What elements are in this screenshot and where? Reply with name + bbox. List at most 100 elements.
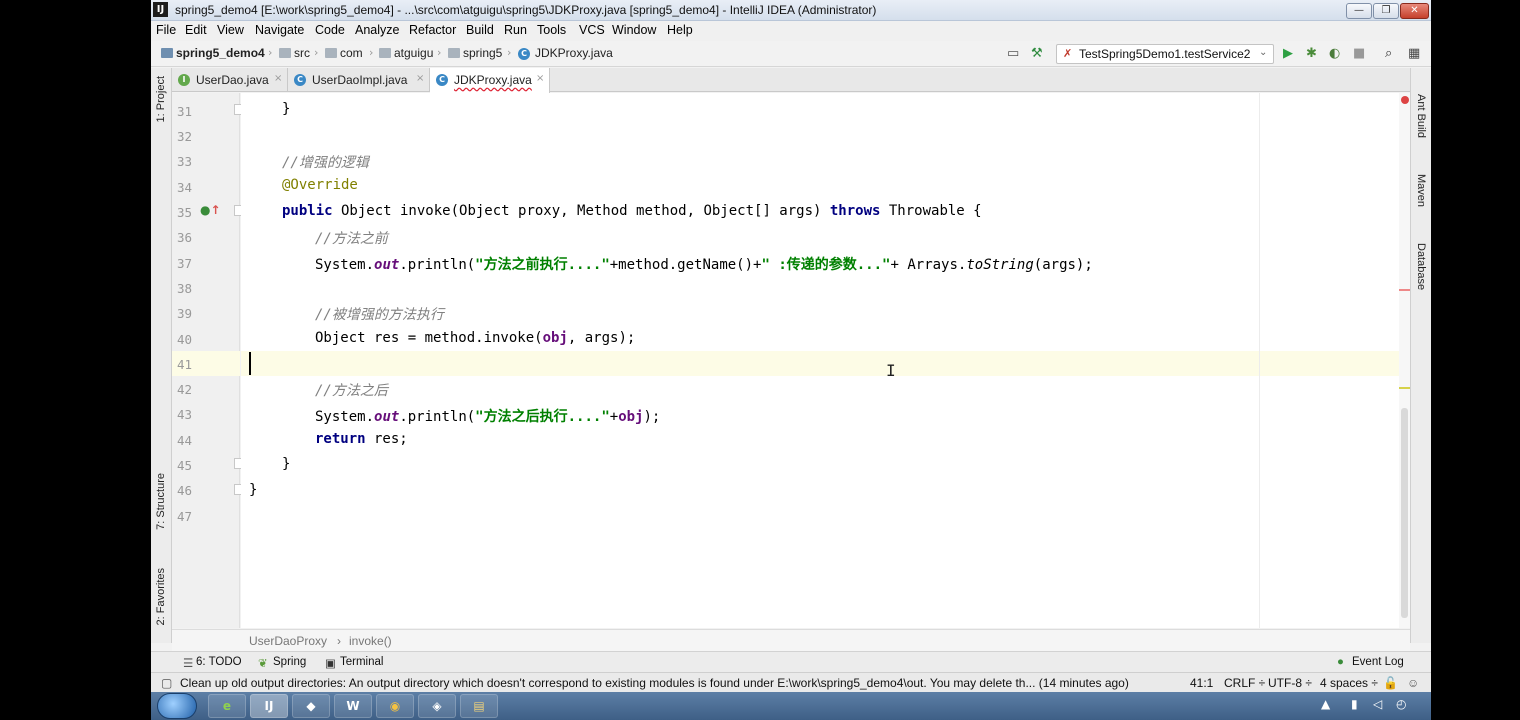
highlight-mark[interactable] [1399, 387, 1410, 389]
navigation-bar: spring5_demo4 › src › com › atguigu › sp… [151, 41, 1431, 67]
inspector-icon[interactable]: ☺ [1407, 676, 1419, 690]
implements-method-icon[interactable]: ●↑ [200, 203, 221, 217]
line-number: 46 [176, 483, 192, 498]
tab-userdao[interactable]: I UserDao.java × [172, 68, 288, 92]
line-number: 44 [176, 433, 192, 448]
code-editor[interactable]: } //增强的逻辑 @Override public Object invoke… [241, 93, 1410, 628]
chrome-icon[interactable]: ◉ [376, 694, 414, 718]
warning-mark[interactable] [1399, 289, 1410, 291]
nav-crumb-src[interactable]: src [294, 46, 310, 60]
explorer-icon[interactable]: ▤ [460, 694, 498, 718]
windows-taskbar: e IJ ◆ W ◉ ◈ ▤ ▲ ▮ ◁ ◴ [151, 692, 1431, 720]
line-number-gutter: 31 32 33 34 35 36 37 38 39 40 41 42 43 4… [172, 93, 245, 628]
menu-tools[interactable]: Tools [537, 23, 566, 37]
menu-refactor[interactable]: Refactor [409, 23, 456, 37]
vertical-scrollbar[interactable] [1401, 408, 1408, 618]
tool-spring[interactable]: Spring [273, 656, 306, 668]
menu-analyze[interactable]: Analyze [355, 23, 399, 37]
app-icon[interactable]: ◈ [418, 694, 456, 718]
menu-file[interactable]: File [156, 23, 176, 37]
tool-event-log[interactable]: Event Log [1352, 656, 1404, 668]
line-number: 42 [176, 382, 192, 397]
nav-crumb-file[interactable]: JDKProxy.java [535, 46, 613, 60]
build-hammer-icon[interactable]: ⚒ [1031, 46, 1043, 61]
tool-windows-toggle-icon[interactable]: ▢ [161, 676, 172, 690]
menu-navigate[interactable]: Navigate [255, 23, 304, 37]
start-button[interactable] [157, 693, 197, 719]
code-line-42: //方法之后 [315, 383, 388, 399]
search-icon[interactable]: ⌕ [1385, 46, 1392, 61]
close-button[interactable]: ✕ [1400, 3, 1429, 19]
line-separator[interactable]: CRLF ÷ [1224, 676, 1265, 690]
code-line-45: } [282, 456, 291, 472]
menu-code[interactable]: Code [315, 23, 345, 37]
tool-terminal[interactable]: Terminal [340, 656, 383, 668]
clock-icon[interactable]: ◴ [1396, 697, 1406, 711]
volume-icon[interactable]: ◁ [1373, 697, 1382, 711]
tool-maven[interactable]: Maven [1415, 174, 1427, 207]
line-number: 37 [176, 256, 192, 271]
run-icon[interactable]: ▶ [1283, 46, 1293, 61]
maximize-button[interactable]: ❐ [1373, 3, 1399, 19]
nav-crumb-com[interactable]: com [340, 46, 363, 60]
line-number: 31 [176, 104, 192, 119]
menu-build[interactable]: Build [466, 23, 494, 37]
tool-project[interactable]: 1: Project [155, 76, 167, 122]
breadcrumb-method[interactable]: invoke() [349, 634, 392, 648]
menu-vcs[interactable]: VCS [579, 23, 605, 37]
menu-view[interactable]: View [217, 23, 244, 37]
tab-userdaoimpl[interactable]: C UserDaoImpl.java × [288, 68, 430, 92]
title-bar: IJ spring5_demo4 [E:\work\spring5_demo4]… [151, 0, 1431, 21]
layout-icon[interactable]: ▭ [1007, 46, 1019, 61]
line-number: 40 [176, 332, 192, 347]
text-caret [249, 352, 251, 375]
intellij-taskbar-icon[interactable]: IJ [250, 694, 288, 718]
code-line-35: public Object invoke(Object proxy, Metho… [282, 203, 982, 219]
tab-jdkproxy[interactable]: C JDKProxy.java × [430, 68, 550, 93]
tool-todo[interactable]: 6: TODO [196, 656, 242, 668]
file-encoding[interactable]: UTF-8 ÷ [1268, 676, 1312, 690]
class-icon: C [436, 74, 448, 86]
minimize-button[interactable]: — [1346, 3, 1372, 19]
tool-favorites[interactable]: 2: Favorites [155, 568, 167, 625]
project-structure-icon[interactable]: ▦ [1408, 46, 1420, 61]
stop-icon[interactable]: ■ [1353, 46, 1365, 61]
network-icon[interactable]: ▮ [1351, 697, 1358, 711]
code-line-37: System.out.println("方法之前执行...."+method.g… [315, 257, 1093, 273]
nav-crumb-atguigu[interactable]: atguigu [394, 46, 433, 60]
tray-expand-icon[interactable]: ▲ [1321, 697, 1330, 711]
line-number: 34 [176, 180, 192, 195]
chevron-right-icon: › [268, 46, 273, 59]
breadcrumb-class[interactable]: UserDaoProxy [249, 634, 327, 648]
media-icon[interactable]: ◆ [292, 694, 330, 718]
close-tab-icon[interactable]: × [536, 73, 544, 84]
lock-icon[interactable]: 🔓 [1383, 676, 1398, 690]
terminal-icon: ▣ [325, 658, 336, 670]
coverage-icon[interactable]: ◐ [1329, 46, 1340, 61]
tool-structure[interactable]: 7: Structure [155, 473, 167, 530]
code-line-36: //方法之前 [315, 231, 388, 247]
menu-help[interactable]: Help [667, 23, 693, 37]
tool-ant-build[interactable]: Ant Build [1415, 94, 1427, 138]
nav-project[interactable]: spring5_demo4 [176, 46, 265, 60]
close-tab-icon[interactable]: × [416, 73, 424, 84]
status-message[interactable]: Clean up old output directories: An outp… [180, 676, 1129, 690]
error-indicator-icon[interactable] [1401, 96, 1409, 104]
tool-database[interactable]: Database [1415, 243, 1427, 290]
close-tab-icon[interactable]: × [274, 73, 282, 84]
indent-setting[interactable]: 4 spaces ÷ [1320, 676, 1378, 690]
run-configuration-select[interactable]: ✗ TestSpring5Demo1.testService2 ⌄ [1056, 44, 1274, 64]
menu-run[interactable]: Run [504, 23, 527, 37]
caret-position[interactable]: 41:1 [1190, 676, 1213, 690]
tab-label: UserDao.java [196, 73, 269, 87]
code-line-44: return res; [315, 431, 408, 447]
debug-icon[interactable]: ✱ [1306, 46, 1317, 61]
ie-icon[interactable]: e [208, 694, 246, 718]
menu-window[interactable]: Window [612, 23, 656, 37]
word-icon[interactable]: W [334, 694, 372, 718]
nav-crumb-spring5[interactable]: spring5 [463, 46, 502, 60]
right-margin-guide [1259, 93, 1260, 628]
menu-edit[interactable]: Edit [185, 23, 207, 37]
line-number: 38 [176, 281, 192, 296]
intellij-icon: IJ [153, 2, 168, 17]
